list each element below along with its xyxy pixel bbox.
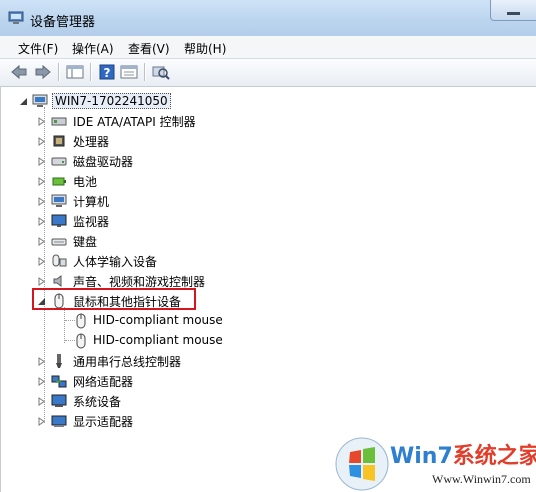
expand-triangle-icon[interactable] xyxy=(37,217,46,226)
tree-device-item[interactable]: HID-compliant mouse xyxy=(73,332,273,350)
tree-category-battery[interactable]: 电池 xyxy=(37,172,277,190)
tree-category-network[interactable]: 网络适配器 xyxy=(37,372,277,390)
window-title: 设备管理器 xyxy=(30,15,96,30)
menu-action[interactable]: 操作(A) xyxy=(72,40,114,57)
collapse-triangle-icon[interactable] xyxy=(19,97,28,106)
windows-logo-icon xyxy=(335,437,389,491)
toolbar-separator xyxy=(90,63,92,81)
keyboard-icon xyxy=(51,238,67,246)
expand-triangle-icon[interactable] xyxy=(37,417,46,426)
computer-icon xyxy=(51,194,67,207)
tree-category-label: 磁盘驱动器 xyxy=(73,155,134,169)
menu-file[interactable]: 文件(F) xyxy=(18,40,58,57)
forward-arrow-icon[interactable] xyxy=(34,64,52,80)
tree-device-item[interactable]: HID-compliant mouse xyxy=(73,312,273,330)
watermark-url: Www.Winwin7.com xyxy=(432,472,531,486)
system-device-icon xyxy=(51,394,67,407)
expand-triangle-icon[interactable] xyxy=(37,137,46,146)
expand-triangle-icon[interactable] xyxy=(37,117,46,126)
minimize-button[interactable] xyxy=(490,0,536,21)
tree-connector xyxy=(64,307,65,343)
expand-triangle-icon[interactable] xyxy=(37,357,46,366)
tree-device-label: HID-compliant mouse xyxy=(93,333,223,347)
expand-triangle-icon[interactable] xyxy=(37,277,46,286)
tree-category-usb[interactable]: 通用串行总线控制器 xyxy=(37,352,277,370)
tree-category-label: 人体学输入设备 xyxy=(73,255,158,269)
tree-category-label: 键盘 xyxy=(73,235,98,249)
expand-triangle-icon[interactable] xyxy=(37,177,46,186)
expand-triangle-icon[interactable] xyxy=(37,377,46,386)
tree-category-label: 处理器 xyxy=(73,135,110,149)
sound-icon xyxy=(53,275,62,287)
scan-hardware-icon[interactable] xyxy=(152,64,170,80)
tree-category-processor[interactable]: 处理器 xyxy=(37,132,277,150)
help-icon[interactable]: ? xyxy=(98,64,116,80)
network-icon xyxy=(51,375,67,388)
tree-category-label: 网络适配器 xyxy=(73,375,134,389)
tree-category-system-device[interactable]: 系统设备 xyxy=(37,392,277,410)
device-tree[interactable]: WIN7-1702241050 IDE ATA/ATAPI 控制器 处理器磁盘驱动… xyxy=(0,87,535,492)
processor-icon xyxy=(53,135,65,147)
tree-category-disk-drive[interactable]: 磁盘驱动器 xyxy=(37,152,277,170)
tree-category-display-adapter[interactable]: 显示适配器 xyxy=(37,412,277,430)
expand-triangle-icon[interactable] xyxy=(37,197,46,206)
expand-triangle-icon[interactable] xyxy=(37,157,46,166)
menu-view[interactable]: 查看(V) xyxy=(128,40,170,57)
tree-category-label: 计算机 xyxy=(73,195,110,209)
device-manager-icon xyxy=(8,11,24,24)
tree-category-label: 显示适配器 xyxy=(73,415,134,429)
tree-category-label: 系统设备 xyxy=(73,395,122,409)
battery-icon xyxy=(52,177,66,186)
back-arrow-icon[interactable] xyxy=(10,64,28,80)
minimize-icon xyxy=(507,12,520,15)
toolbar-separator xyxy=(144,63,146,81)
tree-category-label: 通用串行总线控制器 xyxy=(73,355,182,369)
expand-triangle-icon[interactable] xyxy=(37,237,46,246)
menu-help[interactable]: 帮助(H) xyxy=(184,40,226,57)
tree-category-hid[interactable]: 人体学输入设备 xyxy=(37,252,277,270)
tree-root[interactable]: WIN7-1702241050 xyxy=(19,92,179,110)
svg-text:?: ? xyxy=(104,66,111,80)
watermark-brand: Win7系统之家 xyxy=(390,444,536,469)
show-hide-console-tree-icon[interactable] xyxy=(66,64,84,80)
title-bar[interactable]: 设备管理器 xyxy=(0,0,536,37)
tree-category-ide-controller[interactable]: IDE ATA/ATAPI 控制器 xyxy=(37,112,277,130)
expand-triangle-icon[interactable] xyxy=(37,397,46,406)
disk-drive-icon xyxy=(51,157,67,166)
usb-icon xyxy=(56,354,62,368)
properties-icon[interactable] xyxy=(120,64,138,80)
tree-category-monitor[interactable]: 监视器 xyxy=(37,212,277,230)
highlight-annotation xyxy=(32,288,196,310)
computer-icon xyxy=(32,94,48,107)
ide-controller-icon xyxy=(51,117,67,126)
tree-category-label: 监视器 xyxy=(73,215,110,229)
tree-category-label: 电池 xyxy=(73,175,98,189)
hid-icon xyxy=(52,254,67,267)
tree-category-keyboard[interactable]: 键盘 xyxy=(37,232,277,250)
tree-device-label: HID-compliant mouse xyxy=(93,313,223,327)
watermark: Win7系统之家 Www.Winwin7.com xyxy=(334,434,536,492)
expand-triangle-icon[interactable] xyxy=(37,257,46,266)
root-computer-name: WIN7-1702241050 xyxy=(52,93,171,109)
monitor-icon xyxy=(51,214,67,227)
display-adapter-icon xyxy=(51,415,67,427)
tree-category-computer[interactable]: 计算机 xyxy=(37,192,277,210)
tree-category-label: IDE ATA/ATAPI 控制器 xyxy=(73,115,196,129)
mouse-icon xyxy=(76,313,86,329)
mouse-icon xyxy=(76,333,86,349)
menu-bar: 文件(F) 操作(A) 查看(V) 帮助(H) xyxy=(0,36,536,59)
toolbar-separator xyxy=(58,63,60,81)
toolbar: ? xyxy=(0,59,536,87)
